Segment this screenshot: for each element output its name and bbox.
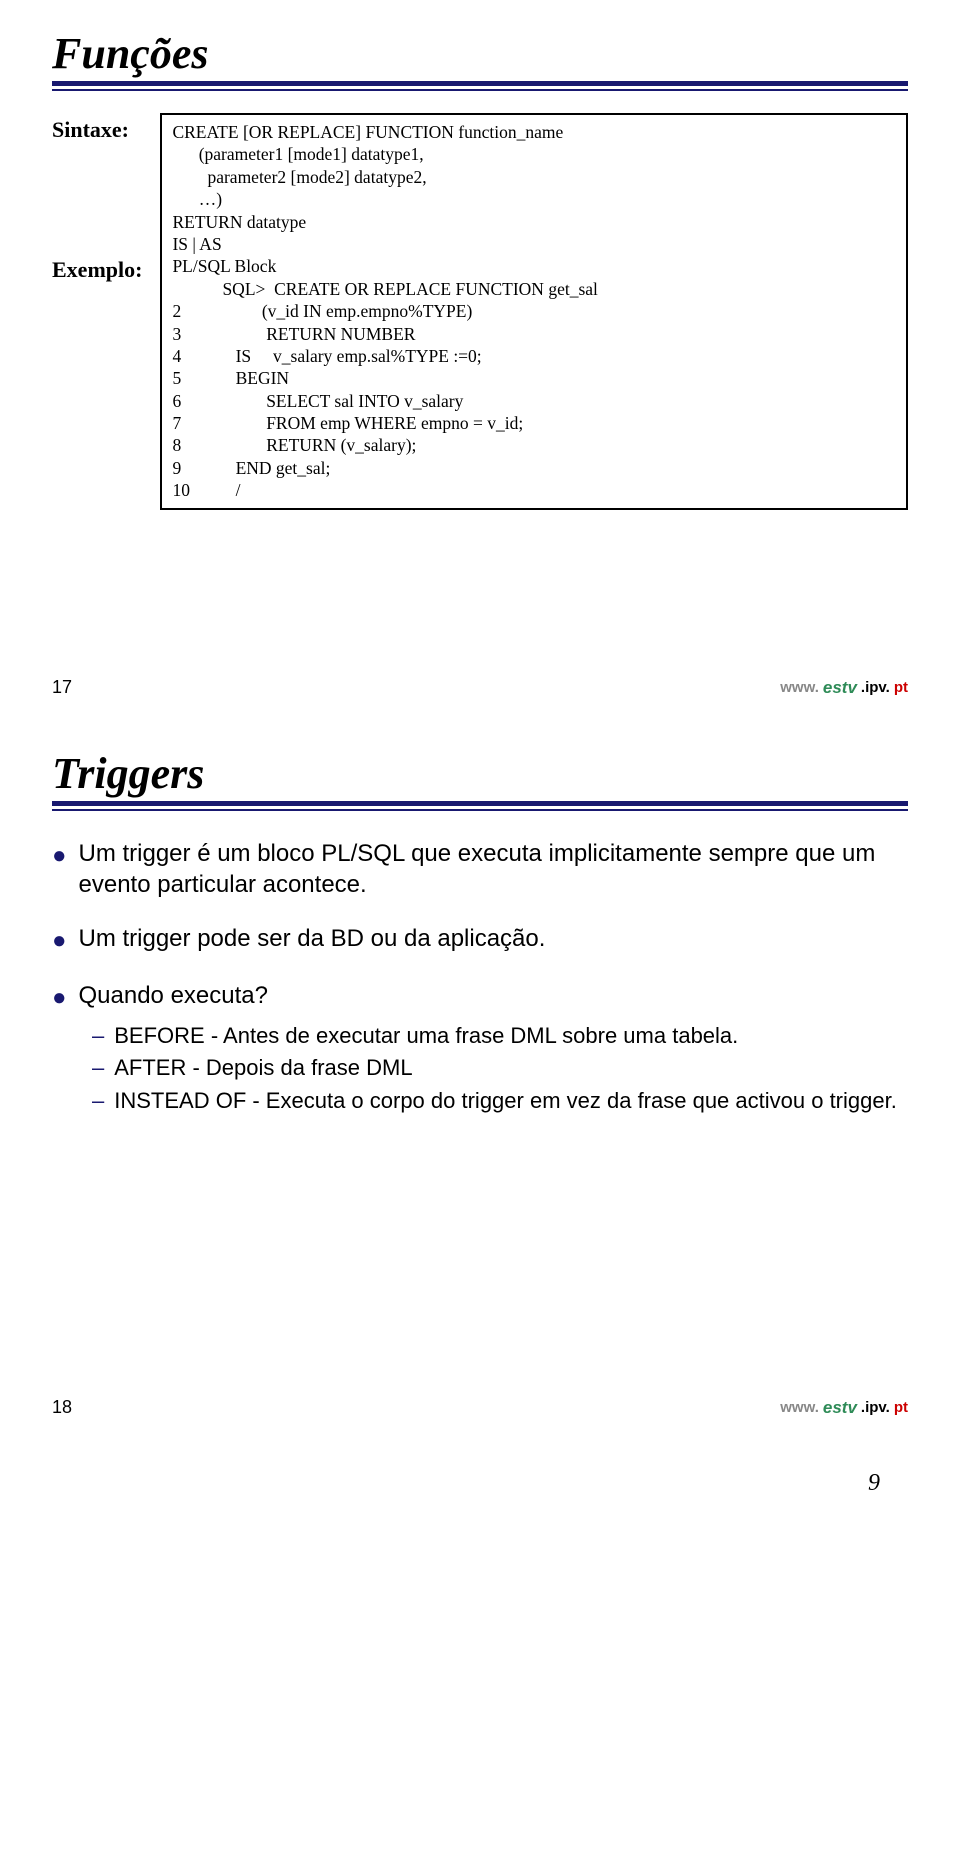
logo-pt: pt bbox=[894, 679, 908, 696]
example-line: 10 / bbox=[172, 479, 896, 501]
bullet-dash-icon: – bbox=[92, 1087, 104, 1116]
logo-www: www. bbox=[780, 679, 819, 696]
content-row: Sintaxe: Exemplo: CREATE [OR REPLACE] FU… bbox=[52, 113, 908, 510]
slide-2: Triggers ● Um trigger é um bloco PL/SQL … bbox=[0, 720, 960, 1440]
slide-footer: 18 www.estv.ipv.pt bbox=[52, 1397, 908, 1418]
example-line: 6 SELECT sal INTO v_salary bbox=[172, 390, 896, 412]
sub-bullet-text: INSTEAD OF - Executa o corpo do trigger … bbox=[114, 1087, 908, 1116]
example-line: SQL> CREATE OR REPLACE FUNCTION get_sal bbox=[172, 278, 896, 300]
slide-title: Funções bbox=[52, 28, 908, 79]
bullet-item: ● Um trigger pode ser da BD ou da aplica… bbox=[52, 924, 908, 957]
slide-1: Funções Sintaxe: Exemplo: CREATE [OR REP… bbox=[0, 0, 960, 720]
slide-number: 17 bbox=[52, 677, 72, 698]
bullet-list: ● Um trigger é um bloco PL/SQL que execu… bbox=[52, 839, 908, 1116]
syntax-line: parameter2 [mode2] datatype2, bbox=[172, 166, 896, 188]
bullet-dot-icon: ● bbox=[52, 926, 67, 957]
logo-www: www. bbox=[780, 1399, 819, 1416]
bullet-text: Um trigger pode ser da BD ou da aplicaçã… bbox=[79, 924, 909, 955]
sub-bullet-item: – AFTER - Depois da frase DML bbox=[92, 1054, 908, 1083]
example-line: 4 IS v_salary emp.sal%TYPE :=0; bbox=[172, 345, 896, 367]
example-line: 9 END get_sal; bbox=[172, 457, 896, 479]
bullet-text: Quando executa? bbox=[79, 981, 909, 1012]
logo-ipv: .ipv. bbox=[861, 679, 890, 696]
title-rule-thick bbox=[52, 801, 908, 806]
syntax-line: RETURN datatype bbox=[172, 211, 896, 233]
sub-bullet-text: BEFORE - Antes de executar uma frase DML… bbox=[114, 1022, 908, 1051]
sub-bullet-text: AFTER - Depois da frase DML bbox=[114, 1054, 908, 1083]
label-sintaxe: Sintaxe: bbox=[52, 117, 129, 143]
bullet-dash-icon: – bbox=[92, 1054, 104, 1083]
code-box: CREATE [OR REPLACE] FUNCTION function_na… bbox=[160, 113, 908, 510]
sub-bullet-item: – INSTEAD OF - Executa o corpo do trigge… bbox=[92, 1087, 908, 1116]
logo-estv: estv bbox=[823, 678, 857, 698]
bullet-dot-icon: ● bbox=[52, 983, 67, 1014]
footer-logo: www.estv.ipv.pt bbox=[780, 1398, 908, 1418]
example-block: SQL> CREATE OR REPLACE FUNCTION get_sal … bbox=[172, 278, 896, 502]
example-line: 8 RETURN (v_salary); bbox=[172, 434, 896, 456]
example-line: 3 RETURN NUMBER bbox=[172, 323, 896, 345]
title-rule-thin bbox=[52, 809, 908, 811]
bullet-dot-icon: ● bbox=[52, 841, 67, 872]
syntax-line: IS | AS bbox=[172, 233, 896, 255]
bullet-item: ● Um trigger é um bloco PL/SQL que execu… bbox=[52, 839, 908, 900]
title-rule-thin bbox=[52, 89, 908, 91]
page-number: 9 bbox=[0, 1440, 960, 1557]
syntax-line: PL/SQL Block bbox=[172, 255, 896, 277]
sub-bullet-item: – BEFORE - Antes de executar uma frase D… bbox=[92, 1022, 908, 1051]
logo-estv: estv bbox=[823, 1398, 857, 1418]
label-column: Sintaxe: Exemplo: bbox=[52, 113, 142, 510]
title-rule-thick bbox=[52, 81, 908, 86]
example-line: 5 BEGIN bbox=[172, 367, 896, 389]
syntax-line: (parameter1 [mode1] datatype1, bbox=[172, 143, 896, 165]
syntax-line: …) bbox=[172, 188, 896, 210]
example-line: 7 FROM emp WHERE empno = v_id; bbox=[172, 412, 896, 434]
slide-number: 18 bbox=[52, 1397, 72, 1418]
logo-pt: pt bbox=[894, 1399, 908, 1416]
label-exemplo: Exemplo: bbox=[52, 257, 142, 283]
syntax-line: CREATE [OR REPLACE] FUNCTION function_na… bbox=[172, 121, 896, 143]
logo-ipv: .ipv. bbox=[861, 1399, 890, 1416]
bullet-text: Um trigger é um bloco PL/SQL que executa… bbox=[79, 839, 909, 900]
syntax-block: CREATE [OR REPLACE] FUNCTION function_na… bbox=[172, 121, 896, 278]
bullet-dash-icon: – bbox=[92, 1022, 104, 1051]
footer-logo: www.estv.ipv.pt bbox=[780, 678, 908, 698]
slide-footer: 17 www.estv.ipv.pt bbox=[52, 677, 908, 698]
bullet-item: ● Quando executa? bbox=[52, 981, 908, 1014]
example-line: 2 (v_id IN emp.empno%TYPE) bbox=[172, 300, 896, 322]
slide-title: Triggers bbox=[52, 748, 908, 799]
